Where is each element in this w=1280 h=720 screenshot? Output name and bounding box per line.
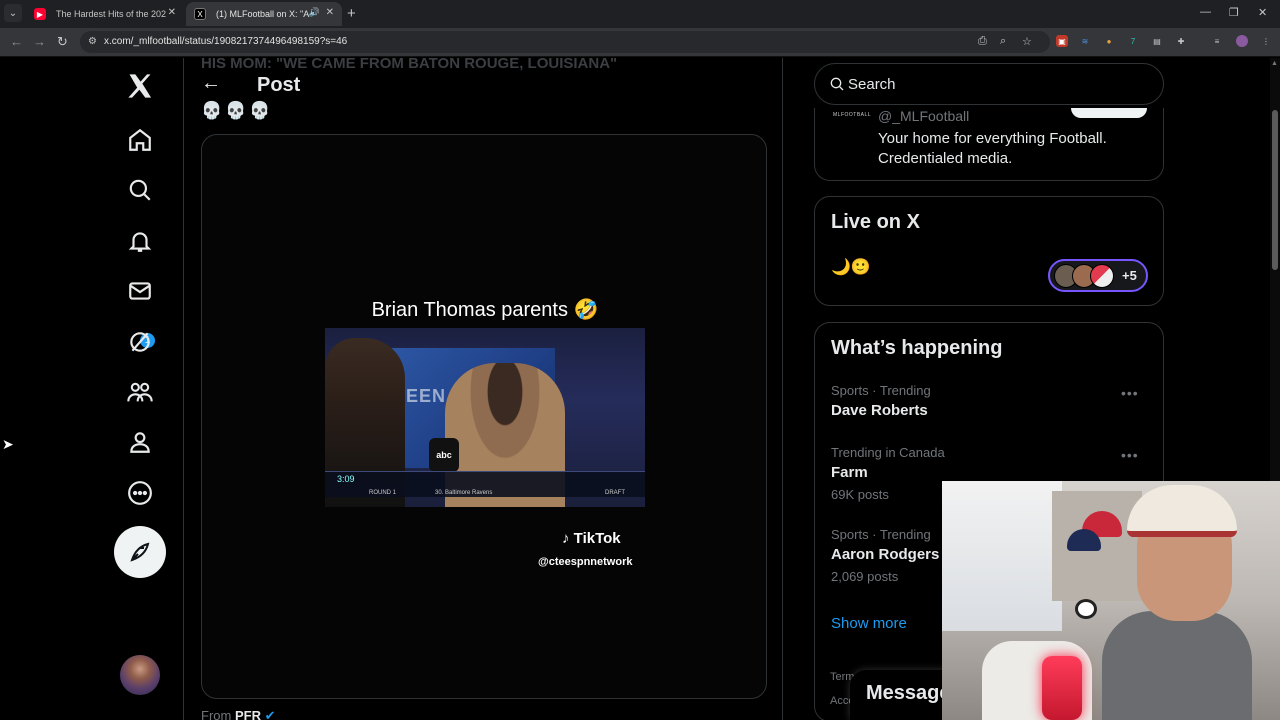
mouse-cursor-icon: ➤: [2, 436, 14, 452]
trend-name: Dave Roberts: [831, 402, 928, 419]
video-player[interactable]: Brian Thomas parents 🤣 GREEN ROOM abc 3:…: [201, 134, 767, 699]
forward-icon[interactable]: →: [33, 34, 46, 49]
more-icon[interactable]: [116, 469, 164, 517]
close-tab-icon[interactable]: ✕: [168, 7, 176, 18]
reload-icon[interactable]: ↻: [57, 34, 68, 50]
post-emoji-text: 💀💀💀: [201, 101, 274, 120]
live-emoji-text: 🌙🙂: [831, 259, 871, 276]
profile-card: MLFOOTBALL @_MLFootball Your home for ev…: [814, 108, 1164, 181]
browser-tab-x[interactable]: X (1) MLFootball on X: "AFTER 🔊 ✕: [186, 2, 342, 26]
trend-more-icon[interactable]: •••: [1121, 447, 1139, 463]
url-text: x.com/_mlfootball/status/190821737449649…: [104, 36, 348, 47]
compose-post-button[interactable]: [114, 526, 166, 578]
show-more-link[interactable]: Show more: [831, 615, 907, 632]
communities-icon[interactable]: [116, 368, 164, 416]
x-favicon-icon: X: [194, 8, 206, 20]
attribution-name[interactable]: PFR: [235, 708, 261, 720]
tab-title: (1) MLFootball on X: "AFTER: [216, 9, 310, 19]
follow-button[interactable]: [1071, 108, 1147, 118]
search-icon: [830, 77, 844, 91]
restore-icon[interactable]: ❐: [1229, 6, 1239, 19]
page-title: Post: [257, 74, 301, 96]
trend-more-icon[interactable]: •••: [1121, 385, 1139, 401]
home-icon[interactable]: [116, 116, 164, 164]
draft-pick: 30. Baltimore Ravens: [435, 490, 493, 496]
back-icon[interactable]: ←: [10, 34, 23, 49]
scrollbar-thumb[interactable]: [1272, 110, 1278, 270]
new-tab-icon[interactable]: +: [347, 5, 356, 22]
extension-icon[interactable]: ▣: [1056, 35, 1068, 47]
tiktok-watermark: ♪ TikTok: [562, 530, 621, 547]
bell-icon[interactable]: [116, 217, 164, 265]
webcam-microphone: [1042, 656, 1082, 720]
live-extra-count: +5: [1122, 268, 1137, 283]
address-bar[interactable]: ⚙ x.com/_mlfootball/status/1908217374496…: [80, 31, 1050, 53]
post-header: ← Post: [185, 68, 782, 102]
speaker-icon[interactable]: 🔊: [309, 7, 320, 18]
site-info-icon[interactable]: ⚙: [88, 36, 97, 47]
tiktok-label: TikTok: [573, 530, 621, 547]
mlfootball-logo: MLFOOTBALL: [833, 112, 872, 118]
live-space-avatars[interactable]: +5: [1048, 259, 1148, 292]
draft-clock: 3:09: [337, 474, 355, 484]
account-avatar[interactable]: [120, 655, 160, 695]
mail-icon[interactable]: [116, 267, 164, 315]
grok-icon[interactable]: [116, 318, 164, 366]
browser-tab-youtube[interactable]: ▶ The Hardest Hits of the 2025 N ✕: [26, 2, 184, 26]
draft-round: ROUND 1: [369, 490, 397, 496]
tab-title: The Hardest Hits of the 2025 N: [56, 9, 166, 19]
install-app-icon[interactable]: ⎙: [978, 35, 987, 48]
profile-icon[interactable]: [116, 418, 164, 466]
live-title: Live on X: [831, 211, 920, 233]
extensions-puzzle-icon[interactable]: ✚: [1175, 35, 1187, 47]
tiktok-handle: @cteespnnetwork: [538, 556, 633, 568]
live-avatar: [1090, 264, 1114, 288]
live-on-x-card: Live on X 🌙🙂 +5: [814, 196, 1164, 306]
extension-icon[interactable]: ≋: [1079, 35, 1091, 47]
minimize-icon[interactable]: —: [1200, 6, 1211, 18]
search-placeholder: Search: [848, 76, 896, 93]
extension-icon[interactable]: ●: [1103, 35, 1115, 47]
close-window-icon[interactable]: ✕: [1258, 6, 1267, 19]
webcam-overlay: [942, 481, 1280, 720]
webcam-person-cap: [1127, 485, 1237, 537]
extension-icon[interactable]: 7: [1127, 35, 1139, 47]
x-logo-icon[interactable]: [116, 62, 164, 110]
browser-toolbar: ← → ↻ ⚙ x.com/_mlfootball/status/1908217…: [0, 28, 1280, 57]
profile-handle[interactable]: @_MLFootball: [878, 108, 969, 124]
browser-tab-strip: ⌄ ▶ The Hardest Hits of the 2025 N ✕ X (…: [0, 0, 1280, 28]
youtube-favicon-icon: ▶: [34, 8, 46, 20]
zoom-icon[interactable]: ⌕: [1000, 35, 1006, 48]
search-icon[interactable]: [116, 166, 164, 214]
happening-title: What’s happening: [831, 337, 1003, 359]
video-frame[interactable]: GREEN ROOM abc 3:09 ROUND 1 30. Baltimor…: [325, 328, 645, 507]
browser-menu-icon[interactable]: ⋮: [1260, 35, 1272, 47]
abc-microphone: abc: [429, 438, 459, 472]
webcam-person-body: [1102, 611, 1252, 720]
x-sidebar: 1: [0, 58, 184, 720]
profile-avatar-icon[interactable]: [1236, 35, 1248, 47]
trend-item[interactable]: Sports · Trending Dave Roberts: [831, 383, 1151, 419]
from-prefix: From: [201, 708, 232, 720]
trend-meta: Sports · Trending: [831, 383, 931, 398]
verified-badge-icon: ✔: [264, 708, 276, 720]
profile-bio: Your home for everything Football. Crede…: [878, 130, 1107, 167]
search-input[interactable]: Search: [814, 63, 1164, 105]
video-caption: Brian Thomas parents 🤣: [371, 299, 599, 321]
extension-icon[interactable]: ▤: [1151, 35, 1163, 47]
tiktok-icon: ♪: [562, 530, 570, 547]
scroll-up-icon[interactable]: ▲: [1271, 60, 1278, 67]
media-control-icon[interactable]: ≡: [1211, 35, 1223, 47]
webcam-window-light: [942, 481, 1062, 631]
back-arrow-icon[interactable]: ←: [201, 72, 221, 95]
bookmark-star-icon[interactable]: ☆: [1022, 35, 1032, 48]
webcam-panda-plush: [1075, 599, 1097, 619]
tab-search-menu-icon[interactable]: ⌄: [4, 4, 22, 22]
trend-meta: Trending in Canada: [831, 445, 945, 460]
trend-name: Farm: [831, 464, 868, 481]
attribution-line: From PFR ✔: [201, 708, 276, 720]
draft-logo-text: DRAFT: [605, 490, 625, 496]
close-tab-icon[interactable]: ✕: [326, 7, 334, 18]
post-column: HIS MOM: "WE CAME FROM BATON ROUGE, LOUI…: [185, 58, 783, 720]
